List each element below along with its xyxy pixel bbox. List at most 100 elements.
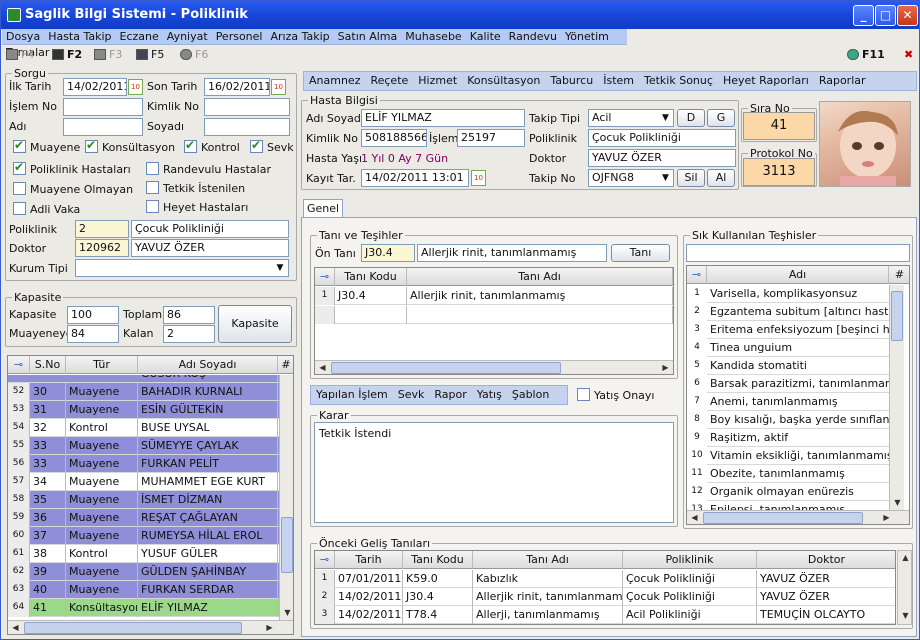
tab-hizmet[interactable]: Hizmet (413, 72, 462, 90)
menu-hasta-takip[interactable]: Hasta Takip (44, 29, 115, 45)
table-row[interactable]: GÜSÜR KOŞ (8, 375, 280, 383)
islem-no-field[interactable] (63, 98, 143, 116)
scroll-up-icon[interactable]: ▲ (898, 551, 913, 566)
scroll-thumb[interactable] (281, 517, 293, 573)
horizontal-scrollbar[interactable]: ◀ ▶ (687, 510, 909, 524)
konsultasyon-checkbox[interactable]: Konsültasyon (85, 138, 175, 155)
list-item[interactable]: 2Egzantema subitum [altıncı hastalık] (687, 303, 889, 321)
tab-taburcu[interactable]: Taburcu (545, 72, 598, 90)
scroll-down-icon[interactable]: ▼ (898, 609, 913, 624)
list-item[interactable]: 9 Raşitizm, aktif (687, 429, 889, 447)
poliklinik-hastalari-checkbox[interactable]: Poliklinik Hastaları (13, 160, 131, 177)
scroll-right-icon[interactable]: ▶ (658, 361, 673, 374)
chevron-down-icon[interactable]: ▼ (658, 170, 673, 186)
list-item[interactable]: 11 Obezite, tanımlanmamış (687, 465, 889, 483)
poliklinik-name-field[interactable]: Çocuk Polikliniği (131, 220, 289, 238)
close-button[interactable]: ✕ (897, 5, 918, 26)
table-row[interactable]: 53 31 Muayene ESİN GÜLTEKİN (8, 401, 280, 419)
adli-vaka-checkbox[interactable]: Adli Vaka (13, 202, 80, 217)
table-row[interactable]: 3 14/02/2011 T78.4 Allerji, tanımlanmamış Ac… (315, 606, 895, 624)
menu-kalite[interactable]: Kalite (466, 29, 505, 45)
table-row[interactable]: 52 30 Muayene BAHADIR KURNALI (8, 383, 280, 401)
sil-button[interactable]: Sil (677, 169, 705, 187)
son-tarih-field[interactable]: 16/02/2011 (204, 78, 270, 96)
chevron-down-icon[interactable]: ▼ (658, 110, 673, 126)
list-item[interactable]: 4 Tinea unguium (687, 339, 889, 357)
maximize-button[interactable]: □ (875, 5, 896, 26)
tab-raporlar[interactable]: Raporlar (814, 72, 871, 90)
tab-heyet-raporlari[interactable]: Heyet Raporları (718, 72, 814, 90)
menu-muhasebe[interactable]: Muhasebe (401, 29, 465, 45)
col-sik-adi[interactable]: Adı (707, 266, 889, 284)
table-row[interactable] (315, 306, 673, 324)
table-row[interactable]: 60 37 Muayene RUMEYSA HİLAL EROL (8, 527, 280, 545)
list-item[interactable]: 5 Kandida stomatiti (687, 357, 889, 375)
exit-icon[interactable]: ✖ (904, 47, 913, 63)
on-tani-text-field[interactable]: Allerjik rinit, tanımlanmamış (417, 244, 607, 262)
menu-satin-alma[interactable]: Satın Alma (334, 29, 402, 45)
kapasite-button[interactable]: Kapasite (218, 305, 292, 343)
table-row[interactable]: 61 38 Kontrol YUSUF GÜLER (8, 545, 280, 563)
calendar-icon[interactable]: 10 (471, 170, 486, 186)
col-onceki-tani-kodu[interactable]: Tanı Kodu (403, 551, 473, 569)
tab-istem[interactable]: İstem (598, 72, 639, 90)
tab-yapilan-islem[interactable]: Yapılan İşlem (311, 386, 393, 404)
kimlik-no-field[interactable] (204, 98, 290, 116)
muayene-olmayan-checkbox[interactable]: Muayene Olmayan (13, 182, 133, 197)
scroll-left-icon[interactable]: ◀ (8, 621, 23, 634)
tab-rapor[interactable]: Rapor (429, 386, 471, 404)
scroll-thumb[interactable] (891, 291, 903, 341)
table-row[interactable]: 63 40 Muayene FURKAN SERDAR (8, 581, 280, 599)
tab-sablon[interactable]: Şablon (507, 386, 554, 404)
table-row[interactable]: 59 36 Muayene REŞAT ÇAĞLAYAN (8, 509, 280, 527)
scroll-right-icon[interactable]: ▶ (262, 621, 277, 634)
toolbar-f5-button[interactable]: F5 (136, 47, 164, 63)
table-row[interactable]: 54 32 Kontrol BUSE UYSAL (8, 419, 280, 437)
list-item[interactable]: 6 Barsak parazitizmi, tanımlanmamış (687, 375, 889, 393)
hasta-doktor-field[interactable]: YAVUZ ÖZER (588, 149, 736, 167)
calendar-icon[interactable]: 10 (128, 79, 143, 95)
tab-konsultasyon[interactable]: Konsültasyon (462, 72, 545, 90)
col-doktor[interactable]: Doktor (757, 551, 895, 569)
doktor-name-field[interactable]: YAVUZ ÖZER (131, 239, 289, 257)
list-item[interactable]: 3Eritema enfeksiyozum [beşinci hastalı (687, 321, 889, 339)
islem-field[interactable]: 25197 (457, 129, 525, 147)
col-sno[interactable]: S.No (30, 356, 66, 374)
table-row[interactable]: 1 J30.4 Allerjik rinit, tanımlanmamış (315, 287, 673, 305)
menu-dosya[interactable]: Dosya (2, 29, 44, 45)
tab-recete[interactable]: Reçete (365, 72, 413, 90)
menu-ariza-takip[interactable]: Arıza Takip (266, 29, 333, 45)
help-button[interactable]: F11 (847, 47, 885, 63)
minimize-button[interactable]: _ (853, 5, 874, 26)
table-row[interactable]: 64 41 Konsültasyon ELİF YILMAZ (8, 599, 280, 617)
tab-sevk[interactable]: Sevk (393, 386, 430, 404)
scroll-thumb[interactable] (331, 362, 561, 374)
menu-personel[interactable]: Personel (212, 29, 267, 45)
on-tani-code-field[interactable]: J30.4 (361, 244, 415, 262)
table-row[interactable]: 55 33 Muayene SÜMEYYE ÇAYLAK (8, 437, 280, 455)
toolbar-f4-button[interactable]: F4 (6, 47, 34, 63)
col-tarih[interactable]: Tarih (335, 551, 403, 569)
tetkik-istenilen-checkbox[interactable]: Tetkik İstenilen (146, 181, 245, 196)
scroll-thumb[interactable] (24, 622, 242, 634)
chevron-down-icon[interactable]: ▼ (272, 260, 288, 276)
kimlik-field[interactable]: 50818856696 (361, 129, 427, 147)
menu-yonetim[interactable]: Yönetim (561, 29, 613, 45)
hasta-adi-field[interactable]: ELİF YILMAZ (361, 109, 525, 127)
tab-anamnez[interactable]: Anamnez (304, 72, 365, 90)
scroll-right-icon[interactable]: ▶ (879, 511, 894, 524)
list-item[interactable]: 10 Vitamin eksikliği, tanımlanmamış (687, 447, 889, 465)
col-tani-kodu[interactable]: Tanı Kodu (335, 268, 407, 286)
scroll-down-icon[interactable]: ▼ (280, 606, 293, 621)
sevk-checkbox[interactable]: Sevk (250, 138, 294, 155)
calendar-icon[interactable]: 10 (271, 79, 286, 95)
tab-genel[interactable]: Genel (303, 199, 343, 217)
horizontal-scrollbar[interactable]: ◀ ▶ (315, 360, 673, 374)
vertical-scrollbar[interactable]: ▼ (279, 375, 293, 621)
list-item[interactable]: 7 Anemi, tanımlanmamış (687, 393, 889, 411)
table-row[interactable]: 1 07/01/2011 K59.0 Kabızlık Çocuk Polikliniğ… (315, 570, 895, 588)
tab-tetkik-sonuc[interactable]: Tetkik Sonuç (639, 72, 718, 90)
yatis-onayi-checkbox[interactable]: Yatış Onayı (577, 388, 654, 403)
col-tur[interactable]: Tür (66, 356, 138, 374)
table-row[interactable]: 2 14/02/2011 J30.4 Allerjik rinit, tanımlan… (315, 588, 895, 606)
